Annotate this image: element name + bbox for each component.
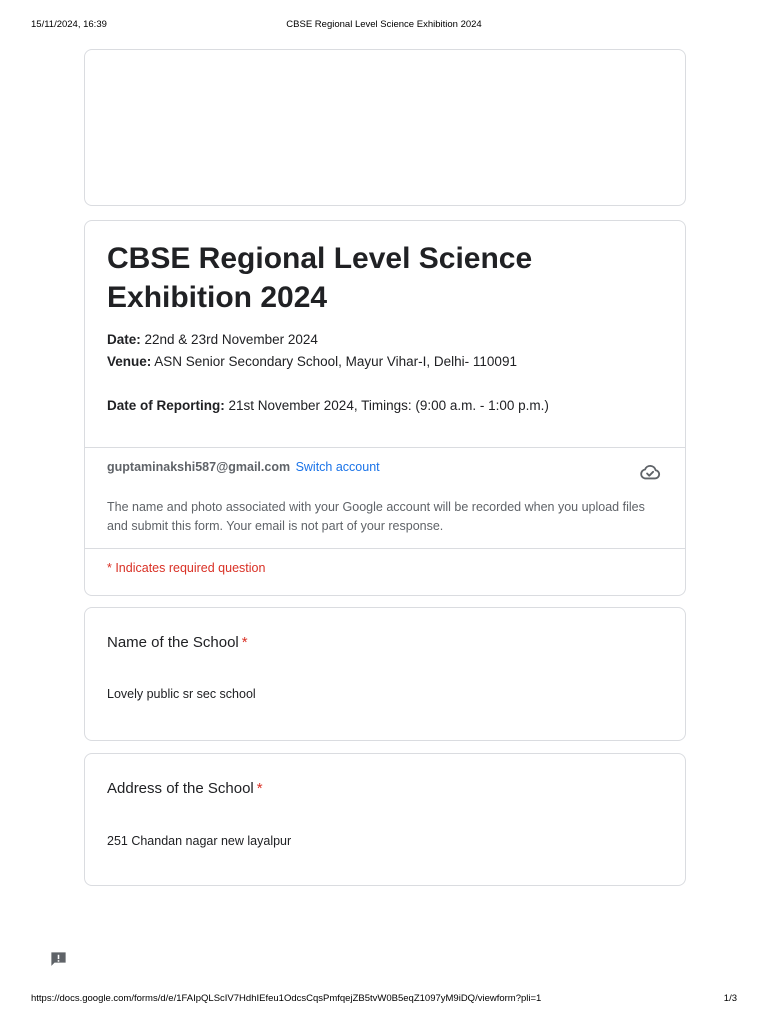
date-line: Date: 22nd & 23rd November 2024 xyxy=(107,329,667,351)
header-banner xyxy=(84,49,686,206)
account-row: guptaminakshi587@gmail.com Switch accoun… xyxy=(107,459,380,475)
form-title: CBSE Regional Level Science Exhibition 2… xyxy=(107,242,533,314)
account-email: guptaminakshi587@gmail.com xyxy=(107,460,291,474)
print-header: 15/11/2024, 16:39 CBSE Regional Level Sc… xyxy=(31,19,737,33)
question-card-school-name: Name of the School * Lovely public sr sec… xyxy=(84,607,686,741)
question-title: Name of the School * xyxy=(107,634,248,651)
switch-account-link[interactable]: Switch account xyxy=(296,460,380,474)
print-url: https://docs.google.com/forms/d/e/1FAIpQ… xyxy=(31,993,542,1004)
answer-text[interactable]: 251 Chandan nagar new layalpur xyxy=(107,834,291,848)
reporting-value: 21st November 2024, Timings: (9:00 a.m. … xyxy=(224,398,549,413)
venue-value: ASN Senior Secondary School, Mayur Vihar… xyxy=(151,354,517,369)
venue-label: Venue: xyxy=(107,354,152,369)
answer-text[interactable]: Lovely public sr sec school xyxy=(107,687,256,701)
print-page-title: CBSE Regional Level Science Exhibition 2… xyxy=(286,19,482,30)
form-title-card: CBSE Regional Level Science Exhibition 2… xyxy=(84,220,686,596)
divider xyxy=(85,447,685,448)
reporting-line: Date of Reporting: 21st November 2024, T… xyxy=(107,395,667,417)
required-asterisk: * xyxy=(256,780,263,797)
question-title-text: Name of the School xyxy=(107,634,239,651)
reporting-label: Date of Reporting: xyxy=(107,398,225,413)
required-note: * Indicates required question xyxy=(107,561,266,575)
question-title: Address of the School * xyxy=(107,780,263,797)
required-asterisk: * xyxy=(241,634,248,651)
account-note: The name and photo associated with your … xyxy=(107,500,645,533)
question-card-school-address: Address of the School * 251 Chandan nagar… xyxy=(84,753,686,886)
print-footer: https://docs.google.com/forms/d/e/1FAIpQ… xyxy=(31,993,737,1007)
question-title-text: Address of the School xyxy=(107,780,254,797)
venue-line: Venue: ASN Senior Secondary School, Mayu… xyxy=(107,351,667,373)
cloud-done-icon xyxy=(640,464,661,480)
date-value: 22nd & 23rd November 2024 xyxy=(140,332,318,347)
date-label: Date: xyxy=(107,332,141,347)
description-spacer xyxy=(107,373,667,395)
print-page-number: 1/3 xyxy=(723,993,737,1004)
form-description: Date: 22nd & 23rd November 2024 Venue: A… xyxy=(107,329,667,417)
divider xyxy=(85,548,685,549)
report-feedback-icon[interactable] xyxy=(49,950,68,969)
